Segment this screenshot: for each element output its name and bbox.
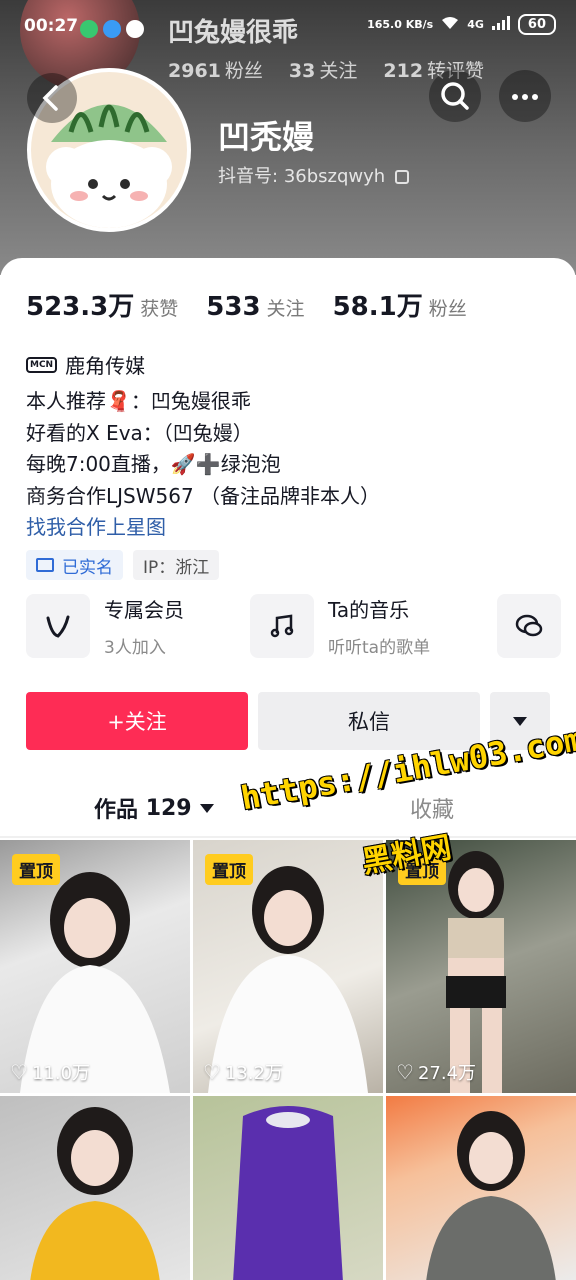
status-time: 00:27 [24,16,79,36]
mcn-icon: MCN [26,356,58,373]
profile-tags: 已实名 IP：浙江 [26,550,220,580]
search-button[interactable] [429,70,481,122]
verified-tag[interactable]: 已实名 [26,550,123,580]
video-thumbnail[interactable]: 置顶 ♡ 27.4万 [386,840,576,1093]
more-dot-icon [512,94,518,100]
video-likes: ♡ 13.2万 [203,1060,284,1084]
search-icon [441,82,469,110]
back-button[interactable] [27,73,77,123]
heart-icon: ♡ [396,1060,414,1084]
battery-indicator: 60 [517,14,556,35]
video-thumbnail[interactable] [386,1096,576,1280]
wechat-notification-icon [80,20,98,38]
video-likes: ♡ 11.0万 [10,1060,91,1084]
profile-stats: 523.3万 获赞 533 关注 58.1万 粉丝 [26,286,495,323]
speed-indicator: 165.0 KB/s [367,18,434,31]
chat-bubble-icon [497,594,561,658]
copy-icon[interactable] [394,170,409,184]
followers-label: 粉丝 [428,298,467,320]
v-logo-icon [26,594,90,658]
feature-title: 专属会员 [104,598,184,622]
video-likes: ♡ 27.4万 [396,1060,477,1084]
feature-subtitle: 听听ta的歌单 [328,638,431,658]
bio-line: 商务合作LJSW567 （备注品牌非本人） [26,483,381,508]
douyin-id[interactable]: 抖音号: 36bszqwyh [218,162,409,188]
video-thumbnail[interactable] [0,1096,190,1280]
more-dot-icon [522,94,528,100]
app-notification-icon [103,20,121,38]
feature-chat[interactable] [497,594,561,658]
caret-down-icon [513,716,527,726]
status-indicators: 165.0 KB/s 4G 60 [367,14,556,35]
feature-title: Ta的音乐 [328,598,410,622]
bio-line: 本人推荐🧣：凹兔嫚很乖 [26,389,251,413]
bio-line: 每晚7:00直播，🚀➕绿泡泡 [26,452,281,476]
ip-location-tag: IP：浙江 [133,550,220,580]
star-map-link[interactable]: 找我合作上星图 [26,512,380,544]
signal-icon [491,16,510,33]
feature-shortcuts: 专属会员 3人加入 Ta的音乐 听听ta的歌单 [26,594,576,664]
message-button[interactable]: 私信 [258,692,480,750]
mcn-name: 鹿角传媒 [65,354,146,378]
likes-count[interactable]: 523.3万 [26,286,134,323]
followers-count[interactable]: 58.1万 [333,286,423,323]
video-thumbnail[interactable]: 置顶 ♡ 13.2万 [193,840,383,1093]
bio-line: 好看的X Eva：（凹兔嫚） [26,420,253,445]
network-type: 4G [467,18,484,31]
more-dot-icon [532,94,538,100]
heart-icon: ♡ [10,1060,28,1084]
follow-button[interactable]: +关注 [26,692,248,750]
caret-down-icon [199,803,214,813]
following-label: 关注 [266,298,305,320]
header-collapsed-title: 凹兔嫚很乖 [168,18,299,48]
feature-music[interactable]: Ta的音乐 听听ta的歌单 [250,594,430,658]
mcn-agency[interactable]: MCN 鹿角传媒 [26,350,145,379]
tab-favorites[interactable]: 收藏 [410,792,454,824]
video-thumbnail-image [426,1111,556,1280]
feature-membership[interactable]: 专属会员 3人加入 [26,594,184,658]
more-button[interactable] [499,70,551,122]
profile-header: 00:27 165.0 KB/s 4G 60 凹兔嫚很乖 2961 粉丝 33 关注… [0,0,576,275]
heart-icon: ♡ [203,1060,221,1084]
wifi-icon [441,16,459,33]
app-notification-icon [126,20,144,38]
video-thumbnail-image [233,1106,343,1280]
pinned-badge: 置顶 [12,854,60,885]
pinned-badge: 置顶 [205,854,253,885]
likes-label: 获赞 [140,298,179,320]
feature-subtitle: 3人加入 [104,638,166,658]
tab-divider [0,836,576,838]
music-note-icon [250,594,314,658]
bio: 本人推荐🧣：凹兔嫚很乖 好看的X Eva：（凹兔嫚） 每晚7:00直播，🚀➕绿泡… [26,386,380,544]
video-thumbnail[interactable]: 置顶 ♡ 11.0万 [0,840,190,1093]
video-thumbnail[interactable] [193,1096,383,1280]
video-thumbnail-image [30,1107,160,1280]
following-count[interactable]: 533 [206,292,260,322]
chevron-left-icon [42,85,58,111]
id-card-icon [36,558,54,572]
profile-name: 凹秃嫚 [218,118,315,156]
tab-works[interactable]: 作品 129 [94,792,214,824]
